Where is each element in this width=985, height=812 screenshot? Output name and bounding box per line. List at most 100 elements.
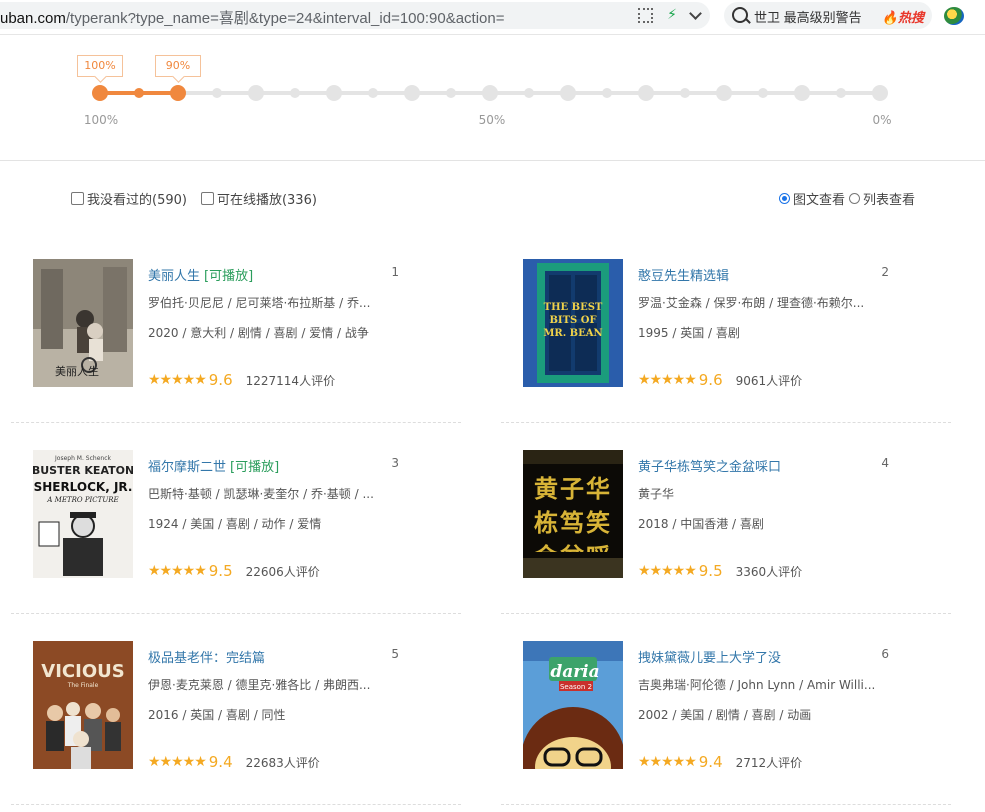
rating: ★★★★★ 9.4 2712人评价	[638, 753, 802, 771]
movie-meta: 2016 / 英国 / 喜剧 / 同性	[148, 708, 286, 722]
online-filter[interactable]: 可在线播放(336)	[200, 189, 317, 208]
movie-title[interactable]: 极品基老伴：完结篇	[148, 651, 265, 666]
slider-node-75[interactable]	[290, 88, 300, 98]
slider-node-95[interactable]	[134, 88, 144, 98]
slider-node-50[interactable]	[482, 85, 498, 101]
star-rating-icon: ★★★★★	[148, 372, 207, 388]
slider-node-100[interactable]	[92, 85, 108, 101]
rating: ★★★★★ 9.6 1227114人评价	[148, 371, 335, 389]
movie-cast: 黄子华	[638, 487, 675, 501]
slider-node-0[interactable]	[872, 85, 888, 101]
search-icon[interactable]	[732, 7, 748, 23]
poster-link[interactable]: daria Season 2	[523, 641, 623, 769]
slider-node-25[interactable]	[680, 88, 690, 98]
poster-title-text: SHERLOCK, JR.	[34, 480, 133, 494]
browser-search-box[interactable]: 世卫 最高级别警告 🔥热搜	[724, 2, 932, 29]
item-divider	[11, 804, 461, 805]
address-bar[interactable]: uban.com/typerank?type_name=喜剧&type=24&i…	[0, 2, 710, 29]
movie-cast: 巴斯特·基顿 / 凯瑟琳·麦奎尔 / 乔·基顿 / ...	[148, 487, 374, 501]
movie-title[interactable]: 拽妹黛薇儿要上大学了没	[638, 651, 781, 666]
online-checkbox[interactable]	[200, 192, 214, 205]
movie-title-link[interactable]: 拽妹黛薇儿要上大学了没	[638, 647, 785, 666]
movie-poster[interactable]: daria Season 2	[523, 641, 623, 769]
movie-title[interactable]: 憨豆先生精选辑	[638, 269, 729, 284]
rating: ★★★★★ 9.5 22606人评价	[148, 562, 320, 580]
movie-poster[interactable]: THE BEST BITS OF MR. BEAN	[523, 259, 623, 387]
slider-node-60[interactable]	[404, 85, 420, 101]
slider-node-30[interactable]	[638, 85, 654, 101]
movie-title[interactable]: 福尔摩斯二世	[148, 460, 226, 475]
rank-number: 2	[881, 265, 889, 279]
rating-range-slider: 100% 90% 100% 50% 0%	[0, 34, 985, 161]
picture-view-radio[interactable]	[778, 193, 790, 204]
slider-node-5[interactable]	[836, 88, 846, 98]
playable-tag[interactable]: [可播放]	[230, 460, 279, 475]
movie-poster[interactable]: VICIOUS The Finale	[33, 641, 133, 769]
slider-node-55[interactable]	[446, 88, 456, 98]
list-view-option[interactable]: 列表查看	[848, 189, 915, 208]
extension-icon[interactable]	[944, 7, 964, 25]
scale-label-100: 100%	[83, 113, 119, 127]
slider-node-80[interactable]	[248, 85, 264, 101]
slider-node-85[interactable]	[212, 88, 222, 98]
poster-link[interactable]: THE BEST BITS OF MR. BEAN	[523, 259, 623, 387]
hot-search-badge[interactable]: 🔥热搜	[882, 7, 924, 26]
movie-meta: 2020 / 意大利 / 剧情 / 喜剧 / 爱情 / 战争	[148, 326, 369, 340]
rating: ★★★★★ 9.5 3360人评价	[638, 562, 802, 580]
slider-node-90[interactable]	[170, 85, 186, 101]
star-rating-icon: ★★★★★	[638, 372, 697, 388]
slider-node-40[interactable]	[560, 85, 576, 101]
movie-title-link[interactable]: 福尔摩斯二世 [可播放]	[148, 456, 279, 475]
movie-item: THE BEST BITS OF MR. BEAN 憨豆先生精选辑 2 罗温·艾金森…	[501, 232, 951, 423]
movie-title[interactable]: 美丽人生	[148, 269, 200, 284]
search-suggestion[interactable]: 世卫 最高级别警告	[754, 7, 862, 26]
poster-link[interactable]: 美丽人生	[33, 259, 133, 387]
poster-link[interactable]: 黄子华栋笃笑 金盆啋口	[523, 450, 623, 578]
online-label: 可在线播放(336)	[216, 193, 317, 208]
slider-node-35[interactable]	[602, 88, 612, 98]
poster-link[interactable]: Joseph M. Schenck BUSTER KEATON SHERLOCK…	[33, 450, 133, 578]
rating: ★★★★★ 9.4 22683人评价	[148, 753, 320, 771]
movie-poster[interactable]: 黄子华栋笃笑 金盆啋口	[523, 450, 623, 578]
list-view-radio[interactable]	[848, 193, 860, 204]
vote-count: 22683人评价	[245, 755, 320, 770]
poster-studio-text: A METRO PICTURE	[46, 496, 118, 504]
playable-tag[interactable]: [可播放]	[204, 269, 253, 284]
slider-node-70[interactable]	[326, 85, 342, 101]
poster-title-text: 美丽人生	[55, 364, 99, 378]
unseen-label: 我没看过的(590)	[87, 193, 187, 208]
movie-title-link[interactable]: 憨豆先生精选辑	[638, 265, 733, 284]
slider-node-45[interactable]	[524, 88, 534, 98]
slider-node-10[interactable]	[794, 85, 810, 101]
rating-score: 9.4	[208, 753, 233, 771]
url-text[interactable]: uban.com/typerank?type_name=喜剧&type=24&i…	[0, 7, 505, 28]
unseen-filter[interactable]: 我没看过的(590)	[71, 189, 187, 208]
movie-cast: 罗伯托·贝尼尼 / 尼可莱塔·布拉斯基 / 乔...	[148, 296, 371, 310]
vote-count: 22606人评价	[245, 564, 320, 579]
rank-number: 1	[391, 265, 399, 279]
movie-meta: 1924 / 美国 / 喜剧 / 动作 / 爱情	[148, 517, 322, 531]
slider-node-20[interactable]	[716, 85, 732, 101]
movie-title-link[interactable]: 极品基老伴：完结篇	[148, 647, 269, 666]
rank-number: 5	[391, 647, 399, 661]
movie-title-link[interactable]: 美丽人生 [可播放]	[148, 265, 253, 284]
slider-node-65[interactable]	[368, 88, 378, 98]
poster-link[interactable]: VICIOUS The Finale	[33, 641, 133, 769]
poster-subtitle-text: The Finale	[67, 682, 99, 689]
slider-tip-end: 90%	[155, 55, 201, 77]
chevron-down-icon[interactable]	[689, 6, 702, 20]
slider-node-15[interactable]	[758, 88, 768, 98]
qr-icon[interactable]	[638, 7, 654, 23]
star-rating-icon: ★★★★★	[638, 563, 697, 579]
movie-title-link[interactable]: 黄子华栋笃笑之金盆啋口	[638, 456, 785, 475]
picture-view-option[interactable]: 图文查看	[778, 189, 845, 208]
hot-search-label: 热搜	[897, 11, 924, 26]
unseen-checkbox[interactable]	[71, 192, 84, 205]
scale-label-0: 0%	[872, 113, 892, 127]
rating-score: 9.5	[208, 562, 233, 580]
movie-poster[interactable]: Joseph M. Schenck BUSTER KEATON SHERLOCK…	[33, 450, 133, 578]
lightning-icon[interactable]: ⚡	[667, 7, 677, 23]
movie-item: VICIOUS The Finale 极品基老伴：完结篇 5 伊恩·麦克莱恩 / 德…	[11, 614, 461, 805]
movie-title[interactable]: 黄子华栋笃笑之金盆啋口	[638, 460, 781, 475]
movie-poster[interactable]: 美丽人生	[33, 259, 133, 387]
